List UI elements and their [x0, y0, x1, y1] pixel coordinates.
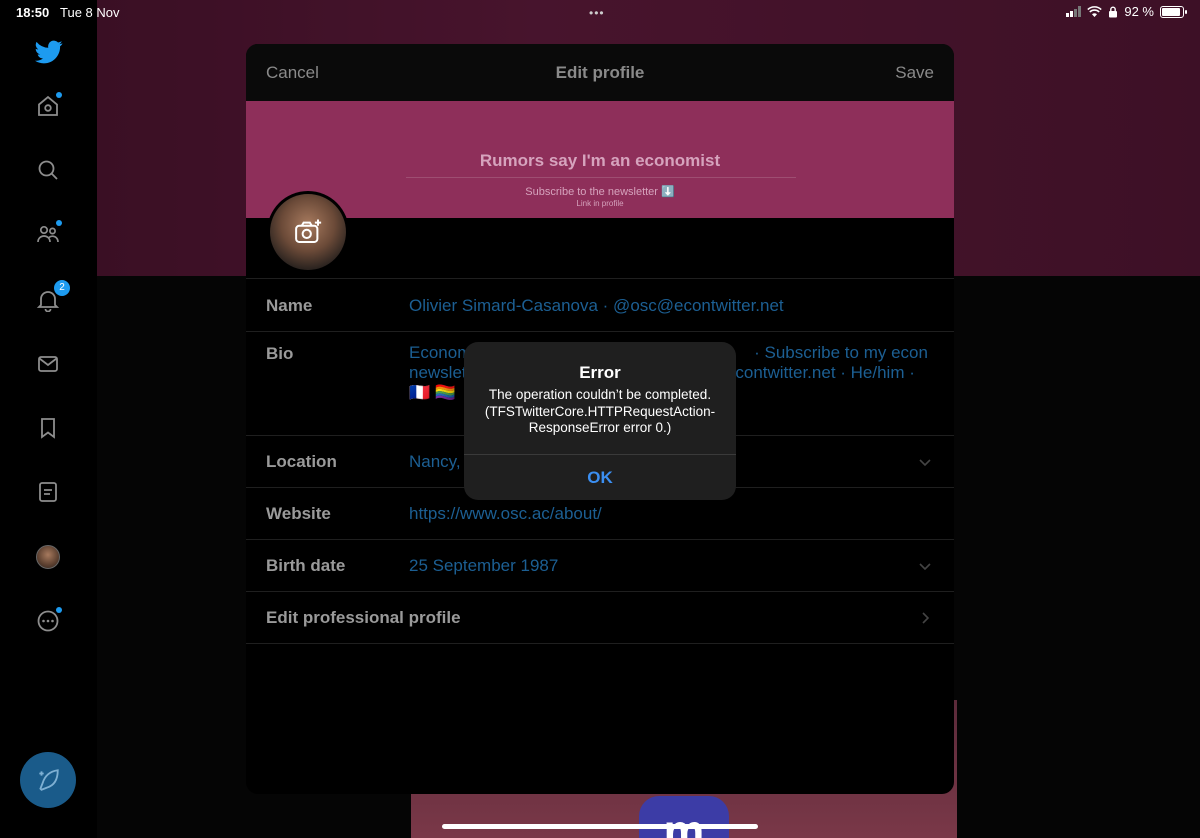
cellular-signal-icon — [1066, 6, 1082, 17]
more-notification-dot — [56, 607, 62, 613]
birth-date-row[interactable]: Birth date 25 September 1987 — [246, 539, 954, 591]
compose-button[interactable] — [20, 752, 76, 808]
website-field[interactable]: https://www.osc.ac/about/ — [409, 504, 602, 524]
bio-line2-end: contwitter.net · He/him · — [735, 363, 915, 382]
notifications-icon[interactable]: 2 — [36, 280, 70, 313]
status-time: 18:50 — [16, 5, 50, 20]
add-photo-camera-icon — [295, 219, 322, 243]
edit-professional-profile-label: Edit professional profile — [266, 608, 461, 627]
status-indicators: 92 % — [1066, 4, 1187, 19]
alert-message: The operation couldn’t be completed. (TF… — [484, 387, 716, 435]
location-field[interactable]: Nancy, — [409, 452, 461, 472]
messages-icon[interactable] — [36, 352, 60, 376]
chevron-down-icon — [919, 563, 931, 571]
error-alert-dialog: Error The operation couldn’t be complete… — [464, 342, 736, 500]
compose-feather-icon — [39, 769, 59, 791]
status-date: Tue 8 Nov — [60, 5, 120, 20]
orientation-lock-icon — [1109, 6, 1118, 17]
ok-button[interactable]: OK — [464, 455, 736, 500]
bio-line1-start: Econom — [409, 343, 472, 362]
home-indicator[interactable] — [442, 824, 758, 829]
multitask-dots-icon[interactable]: ••• — [589, 6, 605, 20]
battery-icon — [1160, 5, 1187, 18]
profile-avatar-icon[interactable] — [36, 545, 60, 569]
name-field[interactable]: Olivier Simard-Casanova · @osc@econtwitt… — [409, 296, 784, 316]
lists-icon[interactable] — [36, 480, 60, 504]
twitter-bird-icon[interactable] — [35, 38, 63, 66]
wifi-icon — [1087, 5, 1103, 17]
save-button[interactable]: Save — [895, 63, 934, 83]
birth-date-label: Birth date — [266, 556, 346, 575]
sidebar: 2 — [0, 24, 97, 838]
communities-icon[interactable] — [36, 220, 62, 246]
chevron-right-icon — [922, 612, 930, 624]
banner-divider — [406, 177, 796, 178]
alert-title: Error — [579, 363, 621, 382]
banner-headline: Rumors say I'm an economist — [479, 151, 721, 170]
avatar-photo — [270, 194, 346, 270]
header-banner-image[interactable]: Rumors say I'm an economist Subscribe to… — [246, 101, 954, 218]
battery-percent: 92 % — [1124, 4, 1154, 19]
status-bar: 18:50 Tue 8 Nov ••• 92 % — [0, 0, 1200, 24]
bio-line2-start: newslet — [409, 363, 467, 382]
home-notification-dot — [56, 92, 62, 98]
location-label: Location — [266, 452, 337, 471]
name-row[interactable]: Name Olivier Simard-Casanova · @osc@econ… — [246, 278, 954, 331]
bio-label: Bio — [266, 344, 294, 363]
banner-subtitle: Subscribe to the newsletter ⬇️ — [525, 186, 675, 198]
bookmarks-icon[interactable] — [36, 416, 60, 440]
bio-line1-end: · Subscribe to my econ — [754, 343, 928, 362]
search-icon[interactable] — [36, 158, 60, 182]
profile-avatar[interactable] — [267, 191, 349, 273]
name-label: Name — [266, 296, 313, 315]
birth-date-field[interactable]: 25 September 1987 — [409, 556, 558, 576]
chevron-down-icon — [919, 459, 931, 467]
website-label: Website — [266, 504, 331, 523]
notifications-badge: 2 — [54, 280, 70, 296]
edit-professional-profile-row[interactable]: Edit professional profile — [246, 591, 954, 644]
sheet-header: Cancel Edit profile Save — [246, 44, 954, 101]
home-icon[interactable] — [36, 92, 62, 118]
mastodon-logo: m — [639, 796, 729, 838]
more-icon[interactable] — [36, 607, 62, 633]
sheet-title: Edit profile — [555, 63, 645, 82]
communities-notification-dot — [56, 220, 62, 226]
banner-subtitle-small: Link in profile — [576, 199, 624, 208]
